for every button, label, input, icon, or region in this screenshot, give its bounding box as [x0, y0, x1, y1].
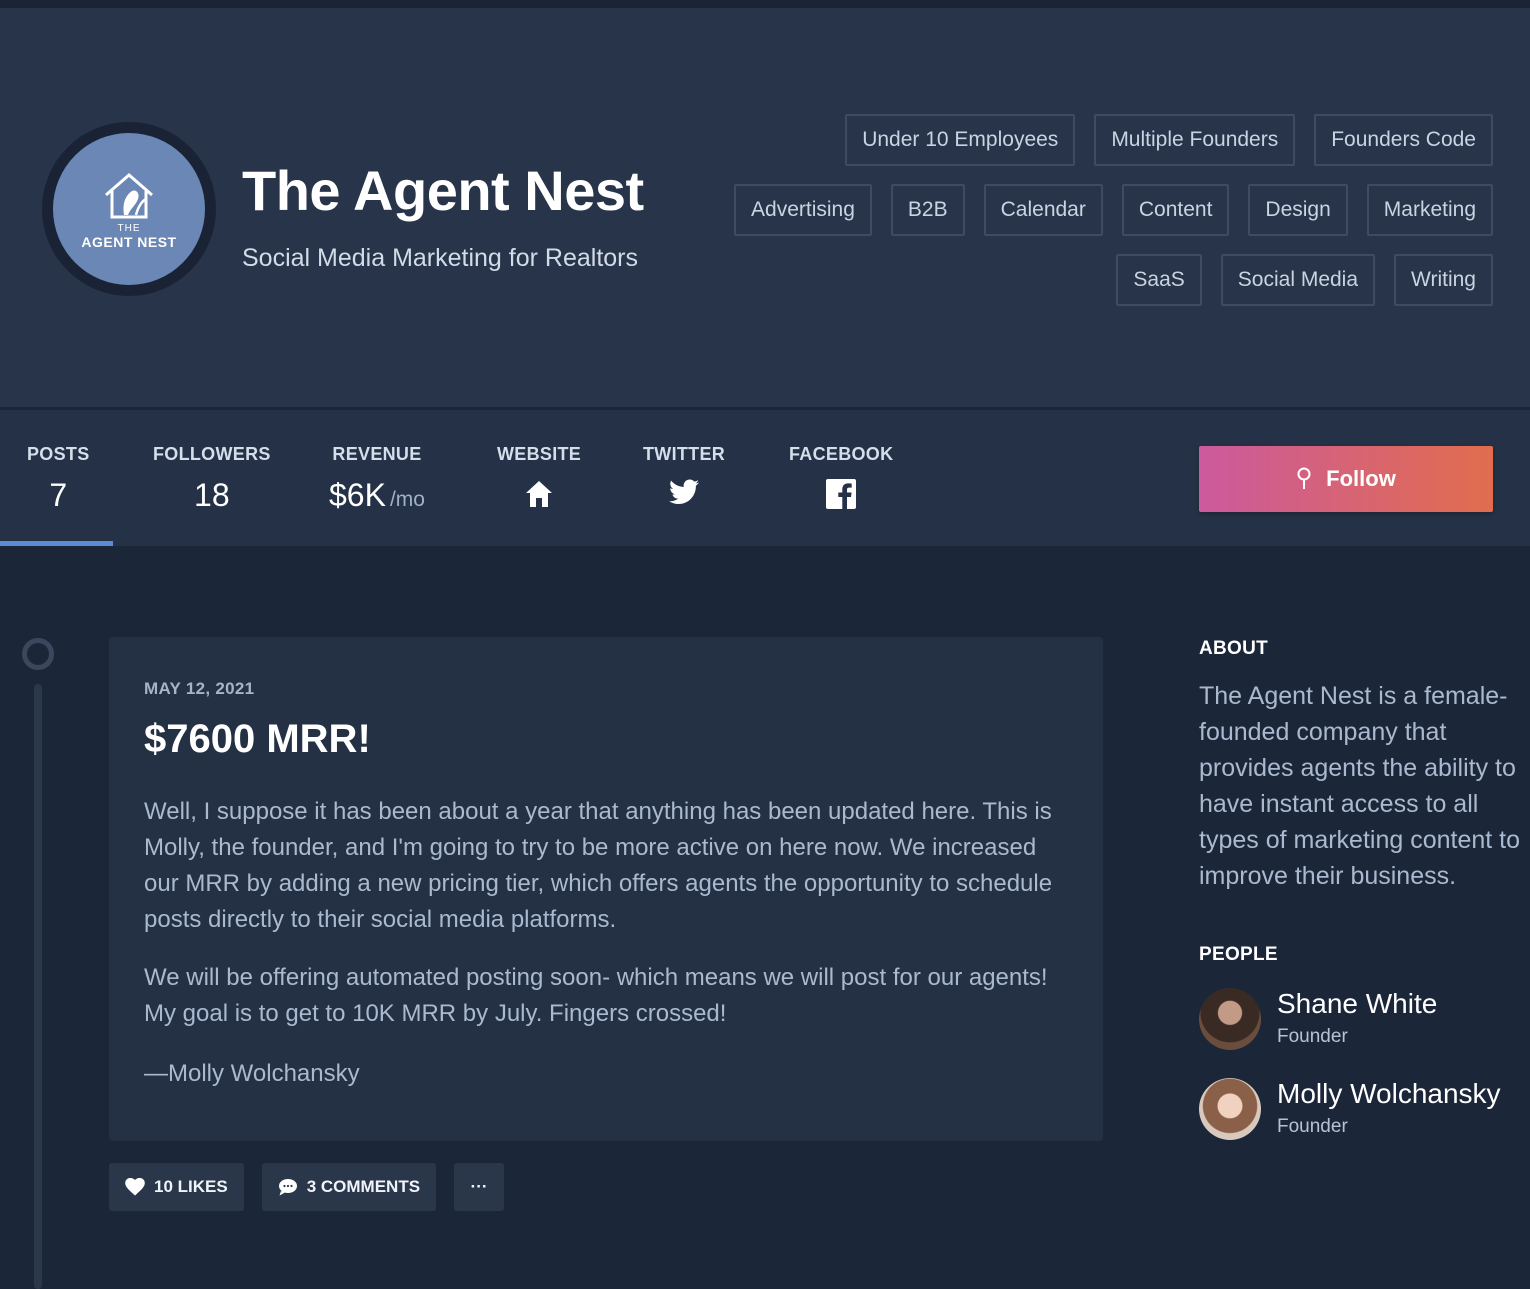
person-card[interactable]: Shane White Founder [1199, 988, 1529, 1050]
timeline-line [34, 684, 42, 1289]
post-paragraph: We will be offering automated posting so… [144, 964, 1048, 1027]
top-strip [0, 0, 1530, 8]
stat-revenue: REVENUE $6K/mo [329, 444, 425, 514]
tag-saas[interactable]: SaaS [1116, 254, 1202, 306]
heart-icon [125, 1178, 145, 1196]
website-link[interactable]: WEBSITE [497, 444, 581, 509]
company-header: THE AGENT NEST The Agent Nest Social Med… [0, 8, 1530, 410]
person-role: Founder [1277, 1116, 1348, 1137]
person-info: Molly Wolchansky Founder [1277, 1078, 1501, 1138]
comment-icon [278, 1179, 297, 1196]
person-name[interactable]: Shane White [1277, 988, 1437, 1020]
twitter-label: TWITTER [643, 444, 726, 464]
main-content: MAY 12, 2021 $7600 MRR! Well, I suppose … [0, 546, 1530, 1289]
tag-under-10-employees[interactable]: Under 10 Employees [845, 114, 1076, 166]
sidebar: ABOUT The Agent Nest is a female-founded… [1199, 638, 1529, 1140]
posts-count: 7 [49, 477, 68, 513]
company-name: The Agent Nest [242, 159, 644, 222]
followers-count: 18 [194, 477, 230, 513]
more-options-button[interactable]: ··· [454, 1163, 505, 1211]
tag-row-1: Under 10 Employees Multiple Founders Fou… [845, 114, 1493, 166]
tag-marketing[interactable]: Marketing [1366, 184, 1493, 236]
likes-label: 10 LIKES [154, 1177, 228, 1196]
person-info: Shane White Founder [1277, 988, 1437, 1048]
stats-bar: POSTS 7 FOLLOWERS 18 REVENUE $6K/mo WEBS… [0, 410, 1530, 546]
post-card: MAY 12, 2021 $7600 MRR! Well, I suppose … [109, 637, 1103, 1141]
person-name[interactable]: Molly Wolchansky [1277, 1078, 1501, 1110]
twitter-link[interactable]: TWITTER [643, 444, 725, 505]
tag-b2b[interactable]: B2B [890, 184, 965, 236]
pin-icon [1297, 467, 1311, 489]
post-paragraph: Well, I suppose it has been about a year… [144, 798, 1053, 933]
facebook-icon [789, 479, 893, 509]
facebook-label: FACEBOOK [789, 444, 894, 464]
avatar[interactable] [1199, 1078, 1261, 1140]
post-date: MAY 12, 2021 [144, 679, 255, 698]
revenue-amount: $6K [329, 477, 386, 513]
facebook-link[interactable]: FACEBOOK [789, 444, 893, 509]
comments-label: 3 COMMENTS [306, 1177, 421, 1196]
company-tagline: Social Media Marketing for Realtors [242, 244, 638, 272]
tag-row-2: Advertising B2B Calendar Content Design … [734, 184, 1493, 236]
tag-multiple-founders[interactable]: Multiple Founders [1094, 114, 1296, 166]
person-role: Founder [1277, 1026, 1348, 1047]
follow-label: Follow [1326, 466, 1396, 491]
tag-advertising[interactable]: Advertising [734, 184, 872, 236]
avatar[interactable] [1199, 988, 1261, 1050]
company-logo: THE AGENT NEST [42, 122, 216, 296]
tag-row-3: SaaS Social Media Writing [1116, 254, 1493, 306]
tag-social-media[interactable]: Social Media [1220, 254, 1376, 306]
comments-button[interactable]: 3 COMMENTS [261, 1163, 437, 1211]
tag-calendar[interactable]: Calendar [983, 184, 1103, 236]
tag-founders-code[interactable]: Founders Code [1314, 114, 1493, 166]
about-heading: ABOUT [1199, 638, 1269, 659]
like-button[interactable]: 10 LIKES [109, 1163, 244, 1211]
follow-button[interactable]: Follow [1199, 446, 1493, 512]
post-body: Well, I suppose it has been about a year… [144, 794, 1068, 1032]
tag-content[interactable]: Content [1121, 184, 1230, 236]
twitter-icon [643, 479, 725, 505]
timeline-dot [22, 638, 54, 670]
revenue-unit: /mo [389, 488, 425, 511]
logo-text-top: THE [117, 222, 141, 234]
people-heading: PEOPLE [1199, 944, 1278, 965]
logo-text-main: AGENT NEST [81, 233, 177, 250]
person-card[interactable]: Molly Wolchansky Founder [1199, 1078, 1529, 1140]
post-signature: —Molly Wolchansky [144, 1060, 360, 1087]
home-icon [497, 479, 581, 509]
house-bird-icon [105, 172, 153, 218]
revenue-value: $6K/mo [329, 477, 425, 514]
website-label: WEBSITE [497, 444, 582, 464]
tag-design[interactable]: Design [1248, 184, 1348, 236]
followers-label: FOLLOWERS [153, 444, 271, 464]
post-actions: 10 LIKES 3 COMMENTS ··· [109, 1163, 505, 1211]
tab-followers[interactable]: FOLLOWERS 18 [153, 444, 271, 514]
revenue-label: REVENUE [332, 444, 422, 464]
logo-badge: THE AGENT NEST [53, 133, 205, 285]
tab-posts[interactable]: POSTS 7 [27, 444, 90, 514]
ellipsis-icon: ··· [470, 1177, 488, 1196]
post-title[interactable]: $7600 MRR! [144, 717, 1068, 762]
about-text: The Agent Nest is a female-founded compa… [1199, 682, 1521, 890]
tag-writing[interactable]: Writing [1394, 254, 1493, 306]
posts-label: POSTS [27, 444, 90, 464]
